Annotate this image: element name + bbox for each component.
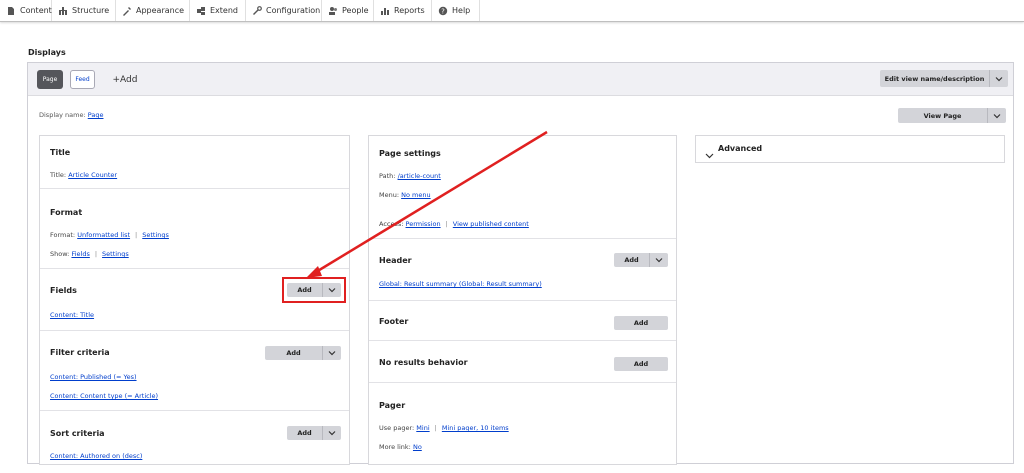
advanced-section[interactable]: Advanced — [695, 135, 1005, 163]
sort-heading: Sort criteria — [50, 429, 105, 438]
content-icon — [6, 6, 16, 16]
pager-heading: Pager — [379, 401, 406, 410]
show-settings-link[interactable]: Settings — [102, 250, 129, 258]
display-tabs: Page Feed +Add Edit view name/descriptio… — [28, 63, 1013, 96]
sort-add-button[interactable]: Add — [287, 426, 341, 440]
filter-published[interactable]: Content: Published (= Yes) — [50, 373, 137, 381]
toolbar-people[interactable]: People — [322, 0, 374, 21]
title-heading: Title — [50, 148, 71, 157]
fields-list: Content: Title — [50, 311, 94, 319]
extend-icon — [196, 6, 206, 16]
toolbar-appearance[interactable]: Appearance — [116, 0, 190, 21]
filter-add-button[interactable]: Add — [265, 346, 341, 360]
structure-icon — [58, 6, 68, 16]
admin-toolbar: Content Structure Appearance Extend Conf… — [0, 0, 1024, 22]
chevron-down-icon[interactable] — [987, 108, 1006, 123]
displays-heading: Displays — [28, 48, 66, 57]
format-settings-link[interactable]: Settings — [142, 231, 169, 239]
appearance-icon — [122, 6, 132, 16]
filter-list-item: Content: Content type (= Article) — [50, 392, 158, 400]
header-section: Header Add Global: Result summary (Globa… — [369, 239, 676, 301]
header-list-item: Global: Result summary (Global: Result s… — [379, 280, 542, 288]
chevron-down-icon[interactable] — [322, 346, 341, 360]
no-results-heading: No results behavior — [379, 358, 468, 367]
path-line: Path: /article-count — [379, 172, 441, 180]
people-icon — [328, 6, 338, 16]
filter-content-type[interactable]: Content: Content type (= Article) — [50, 392, 158, 400]
add-display-button[interactable]: +Add — [110, 70, 140, 89]
toolbar-structure[interactable]: Structure — [52, 0, 116, 21]
menu-line: Menu: No menu — [379, 191, 431, 199]
header-heading: Header — [379, 256, 412, 265]
chevron-down-icon — [705, 145, 714, 159]
svg-text:?: ? — [441, 7, 445, 15]
show-line: Show: Fields | Settings — [50, 250, 129, 258]
format-heading: Format — [50, 208, 83, 217]
toolbar-extend[interactable]: Extend — [190, 0, 246, 21]
no-results-section: No results behavior Add — [369, 341, 676, 383]
pager-settings-link[interactable]: Mini pager, 10 items — [442, 424, 509, 432]
title-section: Title Title: Article Counter — [40, 136, 349, 189]
display-name-link[interactable]: Page — [88, 111, 104, 119]
format-link[interactable]: Unformatted list — [77, 231, 130, 239]
toolbar-content[interactable]: Content — [0, 0, 52, 21]
edit-view-name-button[interactable]: Edit view name/description — [880, 70, 1008, 87]
header-result-summary[interactable]: Global: Result summary (Global: Result s… — [379, 280, 542, 288]
chevron-down-icon[interactable] — [322, 426, 341, 440]
access-link[interactable]: Permission — [406, 220, 441, 228]
chevron-down-icon[interactable] — [989, 70, 1008, 87]
no-results-add-button[interactable]: Add — [614, 357, 668, 371]
view-page-button[interactable]: View Page — [898, 108, 1006, 123]
sort-authored-on[interactable]: Content: Authored on (desc) — [50, 452, 142, 460]
filter-list-item: Content: Published (= Yes) — [50, 373, 137, 381]
use-pager-line: Use pager: Mini | Mini pager, 10 items — [379, 424, 509, 432]
middle-column: Page settings Path: /article-count Menu:… — [368, 135, 677, 465]
toolbar-help[interactable]: ? Help — [432, 0, 480, 21]
sort-list-item: Content: Authored on (desc) — [50, 452, 142, 460]
more-link-value[interactable]: No — [413, 443, 422, 451]
title-link[interactable]: Article Counter — [68, 171, 117, 179]
show-link[interactable]: Fields — [71, 250, 89, 258]
chevron-down-icon[interactable] — [649, 253, 668, 267]
toolbar-configuration[interactable]: Configuration — [246, 0, 322, 21]
page-settings-section: Page settings Path: /article-count Menu:… — [369, 136, 676, 239]
footer-heading: Footer — [379, 317, 409, 326]
page-settings-heading: Page settings — [379, 149, 441, 158]
filter-section: Filter criteria Add Content: Published (… — [40, 331, 349, 411]
title-line: Title: Article Counter — [50, 171, 118, 179]
display-name: Display name: Page — [39, 111, 104, 119]
reports-icon — [380, 6, 390, 16]
access-line: Access: Permission | View published conten… — [379, 220, 529, 228]
pager-mini-link[interactable]: Mini — [416, 424, 429, 432]
tab-page[interactable]: Page — [37, 70, 63, 89]
tab-feed[interactable]: Feed — [70, 70, 95, 89]
field-content-title[interactable]: Content: Title — [50, 311, 94, 319]
footer-add-button[interactable]: Add — [614, 316, 668, 330]
fields-heading: Fields — [50, 286, 77, 295]
view-published-content-link[interactable]: View published content — [453, 220, 529, 228]
menu-link[interactable]: No menu — [401, 191, 430, 199]
format-section: Format Format: Unformatted list | Settings… — [40, 189, 349, 269]
more-link-line: More link: No — [379, 443, 422, 451]
pager-section: Pager Use pager: Mini | Mini pager, 10 ite… — [369, 383, 676, 473]
toolbar-reports[interactable]: Reports — [374, 0, 432, 21]
advanced-label: Advanced — [718, 144, 763, 153]
help-icon: ? — [438, 6, 448, 16]
filter-heading: Filter criteria — [50, 348, 110, 357]
annotation-highlight-box — [282, 277, 346, 303]
footer-section: Footer Add — [369, 301, 676, 341]
format-line: Format: Unformatted list | Settings — [50, 231, 169, 239]
configuration-icon — [252, 5, 262, 16]
path-link[interactable]: /article-count — [398, 172, 441, 180]
header-add-button[interactable]: Add — [614, 253, 668, 267]
sort-section: Sort criteria Add Content: Authored on (… — [40, 411, 349, 471]
